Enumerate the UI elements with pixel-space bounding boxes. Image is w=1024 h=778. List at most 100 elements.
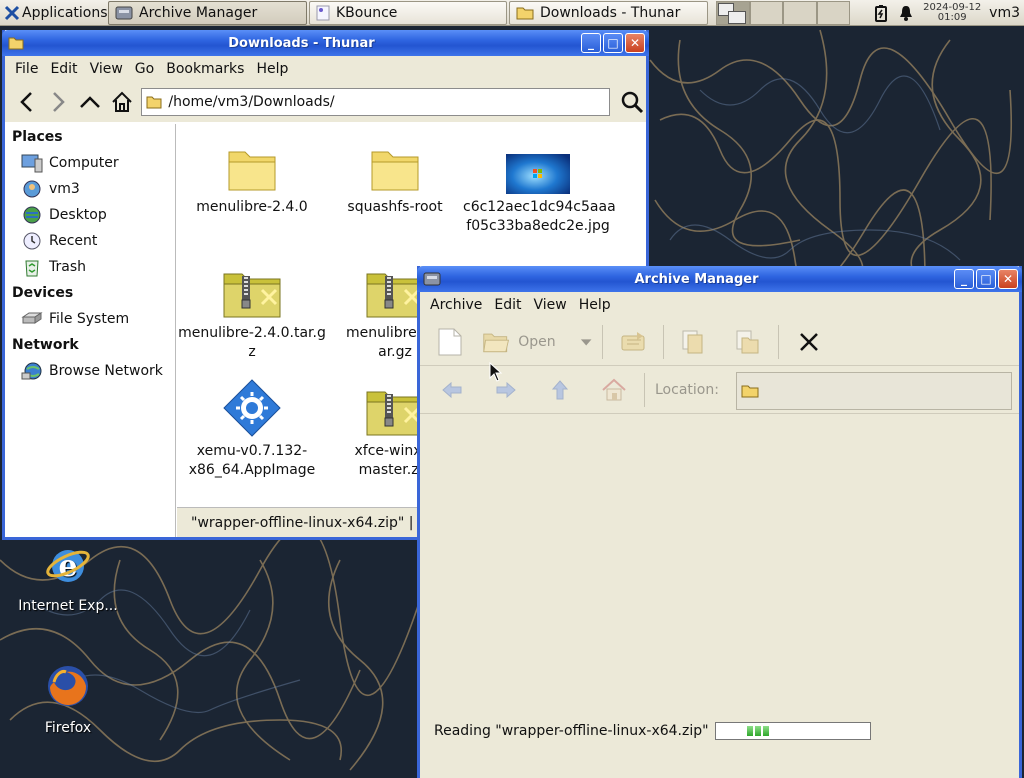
- sidebar-item-label: File System: [49, 311, 130, 327]
- applications-menu[interactable]: Applications: [0, 0, 110, 26]
- forward-button[interactable]: [45, 88, 73, 116]
- clock-icon: [23, 232, 41, 250]
- clock[interactable]: 2024-09-12 01:09: [921, 3, 983, 23]
- add-files-icon: [682, 330, 703, 353]
- archive-menubar: Archive Edit View Help: [420, 292, 1019, 318]
- notification-bell-icon[interactable]: [899, 5, 913, 21]
- folder-icon: [741, 385, 759, 398]
- home-button[interactable]: [108, 88, 136, 116]
- menu-edit[interactable]: Edit: [44, 61, 83, 77]
- battery-icon[interactable]: [873, 4, 889, 22]
- location-path: /home/vm3/Downloads/: [168, 94, 335, 110]
- mouse-cursor-icon: [489, 362, 503, 382]
- workspace-switcher[interactable]: [716, 1, 850, 25]
- up-button[interactable]: [542, 370, 578, 410]
- progress-segment: [746, 726, 753, 736]
- file-name-line1: menulibre-2.4.0.tar.g: [178, 325, 326, 341]
- progress-segment: [762, 726, 769, 736]
- menu-view[interactable]: View: [84, 61, 129, 77]
- new-file-icon: [438, 328, 462, 355]
- menu-edit[interactable]: Edit: [488, 297, 527, 313]
- xfce-logo-icon: [4, 5, 20, 20]
- sidebar-item-browse-network[interactable]: Browse Network: [5, 358, 175, 384]
- internet-explorer-icon: e: [46, 549, 90, 584]
- sidebar-item-computer[interactable]: Computer: [5, 150, 175, 176]
- workspace-2[interactable]: [749, 1, 783, 25]
- maximize-button[interactable]: □: [603, 33, 623, 53]
- status-text: Reading "wrapper-offline-linux-x64.zip": [434, 723, 709, 739]
- close-button[interactable]: ✕: [998, 269, 1018, 289]
- menu-view[interactable]: View: [528, 297, 573, 313]
- minimize-button[interactable]: _: [954, 269, 974, 289]
- desktop-icon-internet-explorer[interactable]: e Internet Exp...: [18, 540, 118, 614]
- add-folder-button[interactable]: [728, 322, 768, 362]
- sidebar-item-file-system[interactable]: File System: [5, 306, 175, 332]
- file-item[interactable]: c6c12aec1dc94c5aaa f05c33ba8edc2e.jpg: [463, 138, 616, 236]
- file-name-line2: f05c33ba8edc2e.jpg: [466, 218, 610, 234]
- forward-arrow-icon: [496, 381, 516, 398]
- thunar-titlebar[interactable]: Downloads - Thunar _ □ ✕: [2, 30, 649, 56]
- desktop-icon-label: Internet Exp...: [18, 598, 118, 614]
- back-arrow-icon: [20, 92, 32, 112]
- progress-fill: [746, 726, 769, 736]
- location-bar[interactable]: /home/vm3/Downloads/: [141, 88, 611, 116]
- file-item[interactable]: xemu-v0.7.132- x86_64.AppImage: [177, 379, 327, 480]
- menu-help[interactable]: Help: [573, 297, 617, 313]
- menu-help[interactable]: Help: [250, 61, 294, 77]
- thunar-sidebar: Places Computer vm3 Desktop Recent Trash…: [5, 124, 176, 537]
- extract-icon: [621, 331, 645, 350]
- menu-file[interactable]: File: [9, 61, 44, 77]
- user-name[interactable]: vm3: [989, 5, 1020, 21]
- taskbar-label: Archive Manager: [139, 5, 258, 21]
- taskbar-label: KBounce: [336, 5, 398, 21]
- folder-icon: [371, 151, 419, 191]
- dropdown-arrow-icon[interactable]: [580, 337, 592, 347]
- location-field[interactable]: [736, 372, 1012, 410]
- search-button[interactable]: [618, 88, 646, 116]
- sidebar-item-desktop[interactable]: Desktop: [5, 202, 175, 228]
- clock-time: 01:09: [937, 12, 967, 23]
- taskbar-item-thunar[interactable]: Downloads - Thunar: [509, 1, 708, 25]
- menu-archive[interactable]: Archive: [424, 297, 488, 313]
- extract-button[interactable]: [613, 322, 653, 362]
- maximize-button[interactable]: □: [976, 269, 996, 289]
- new-archive-button[interactable]: [430, 322, 470, 362]
- archive-titlebar[interactable]: Archive Manager _ □ ✕: [417, 266, 1022, 292]
- taskbar-item-archive-manager[interactable]: Archive Manager: [108, 1, 307, 25]
- workspace-4[interactable]: [816, 1, 850, 25]
- taskbar-label: Downloads - Thunar: [540, 5, 681, 21]
- file-item[interactable]: menulibre-2.4.0.tar.g z: [177, 264, 327, 362]
- archive-folder-icon: [366, 391, 424, 436]
- sidebar-item-recent[interactable]: Recent: [5, 228, 175, 254]
- up-button[interactable]: [76, 88, 104, 116]
- archive-main-toolbar: Open: [420, 318, 1019, 366]
- archive-content-area[interactable]: Reading "wrapper-offline-linux-x64.zip": [420, 416, 1019, 746]
- folder-icon: [146, 96, 162, 109]
- stop-button[interactable]: [789, 322, 829, 362]
- sidebar-item-trash[interactable]: Trash: [5, 254, 175, 280]
- taskbar-item-kbounce[interactable]: KBounce: [309, 1, 507, 25]
- up-arrow-icon: [80, 96, 100, 108]
- back-button[interactable]: [13, 88, 41, 116]
- add-files-button[interactable]: [674, 322, 714, 362]
- forward-arrow-icon: [53, 92, 66, 112]
- menu-go[interactable]: Go: [129, 61, 160, 77]
- back-arrow-icon: [442, 381, 462, 398]
- desktop-icon-firefox[interactable]: Firefox: [18, 662, 118, 736]
- file-name-line1: xemu-v0.7.132-: [196, 443, 308, 459]
- workspace-3[interactable]: [783, 1, 817, 25]
- desktop-icon: [23, 206, 41, 224]
- close-button[interactable]: ✕: [625, 33, 645, 53]
- menu-bookmarks[interactable]: Bookmarks: [160, 61, 250, 77]
- back-button[interactable]: [434, 370, 470, 410]
- home-button[interactable]: [596, 370, 632, 410]
- open-archive-button[interactable]: Open: [482, 322, 592, 362]
- file-item[interactable]: squashfs-root: [320, 138, 470, 217]
- sidebar-item-vm3[interactable]: vm3: [5, 176, 175, 202]
- workspace-1[interactable]: [716, 1, 750, 25]
- places-heading: Places: [12, 129, 63, 145]
- archive-manager-window: Archive Manager _ □ ✕ Archive Edit View …: [417, 266, 1022, 778]
- minimize-button[interactable]: _: [581, 33, 601, 53]
- file-item[interactable]: menulibre-2.4.0: [177, 138, 327, 217]
- user-home-icon: [23, 180, 41, 198]
